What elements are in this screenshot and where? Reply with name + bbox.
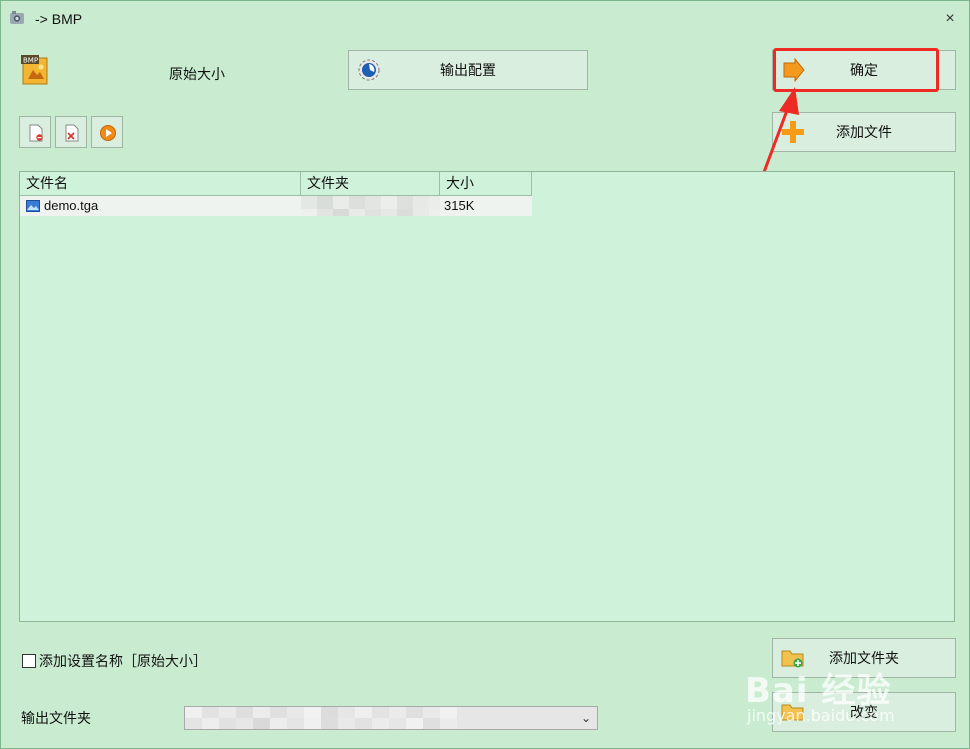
output-folder-select[interactable]: ⌄ bbox=[184, 706, 598, 730]
image-file-icon bbox=[26, 200, 40, 212]
folder-icon bbox=[781, 704, 804, 721]
add-setting-name-option[interactable]: 添加设置名称［原始大小］ bbox=[22, 651, 207, 671]
redacted-folder-path bbox=[301, 196, 440, 216]
svg-text:BMP: BMP bbox=[23, 57, 38, 65]
close-button[interactable]: × bbox=[937, 7, 963, 31]
change-label: 改变 bbox=[850, 704, 878, 720]
clear-list-button[interactable] bbox=[55, 116, 87, 148]
add-setting-name-checkbox[interactable] bbox=[22, 654, 36, 668]
title-bar: -> BMP × bbox=[1, 1, 969, 37]
file-folder-cell bbox=[301, 196, 440, 216]
clear-list-icon bbox=[65, 124, 79, 142]
add-folder-icon bbox=[781, 650, 804, 668]
column-header-size[interactable]: 大小 bbox=[440, 172, 532, 196]
add-folder-button[interactable]: 添加文件夹 bbox=[772, 638, 956, 678]
gear-icon bbox=[358, 59, 380, 81]
remove-file-button[interactable] bbox=[19, 116, 51, 148]
profile-label: 原始大小 bbox=[169, 66, 225, 82]
file-name-cell: demo.tga bbox=[24, 196, 301, 216]
play-icon bbox=[100, 125, 116, 141]
add-file-label: 添加文件 bbox=[836, 124, 892, 140]
add-folder-label: 添加文件夹 bbox=[829, 650, 899, 666]
close-icon: × bbox=[945, 10, 955, 27]
column-header-folder[interactable]: 文件夹 bbox=[301, 172, 440, 196]
redacted-output-path bbox=[185, 707, 457, 729]
file-name: demo.tga bbox=[44, 198, 99, 213]
change-button[interactable]: 改变 bbox=[772, 692, 956, 732]
add-setting-name-label: 添加设置名称［原始大小］ bbox=[39, 653, 207, 669]
file-list[interactable]: 文件名 文件夹 大小 demo.tga 315K bbox=[19, 171, 955, 622]
bmp-profile-icon: BMP bbox=[21, 55, 48, 85]
remove-file-icon bbox=[29, 124, 43, 142]
start-button[interactable] bbox=[91, 116, 123, 148]
output-config-label: 输出配置 bbox=[440, 62, 496, 78]
app-icon bbox=[10, 11, 24, 24]
window-title: -> BMP bbox=[35, 11, 83, 27]
output-config-button[interactable]: 输出配置 bbox=[348, 50, 588, 90]
column-header-name[interactable]: 文件名 bbox=[20, 172, 301, 196]
output-folder-label: 输出文件夹 bbox=[21, 710, 91, 726]
file-size-cell: 315K bbox=[444, 198, 475, 213]
list-header: 文件名 文件夹 大小 bbox=[20, 172, 954, 196]
chevron-down-icon: ⌄ bbox=[580, 711, 591, 725]
main-window: -> BMP × BMP 原始大小 输出配置 确定 添加文件 文件名 文件夹 大… bbox=[0, 0, 970, 749]
table-row[interactable]: demo.tga 315K bbox=[20, 196, 532, 216]
